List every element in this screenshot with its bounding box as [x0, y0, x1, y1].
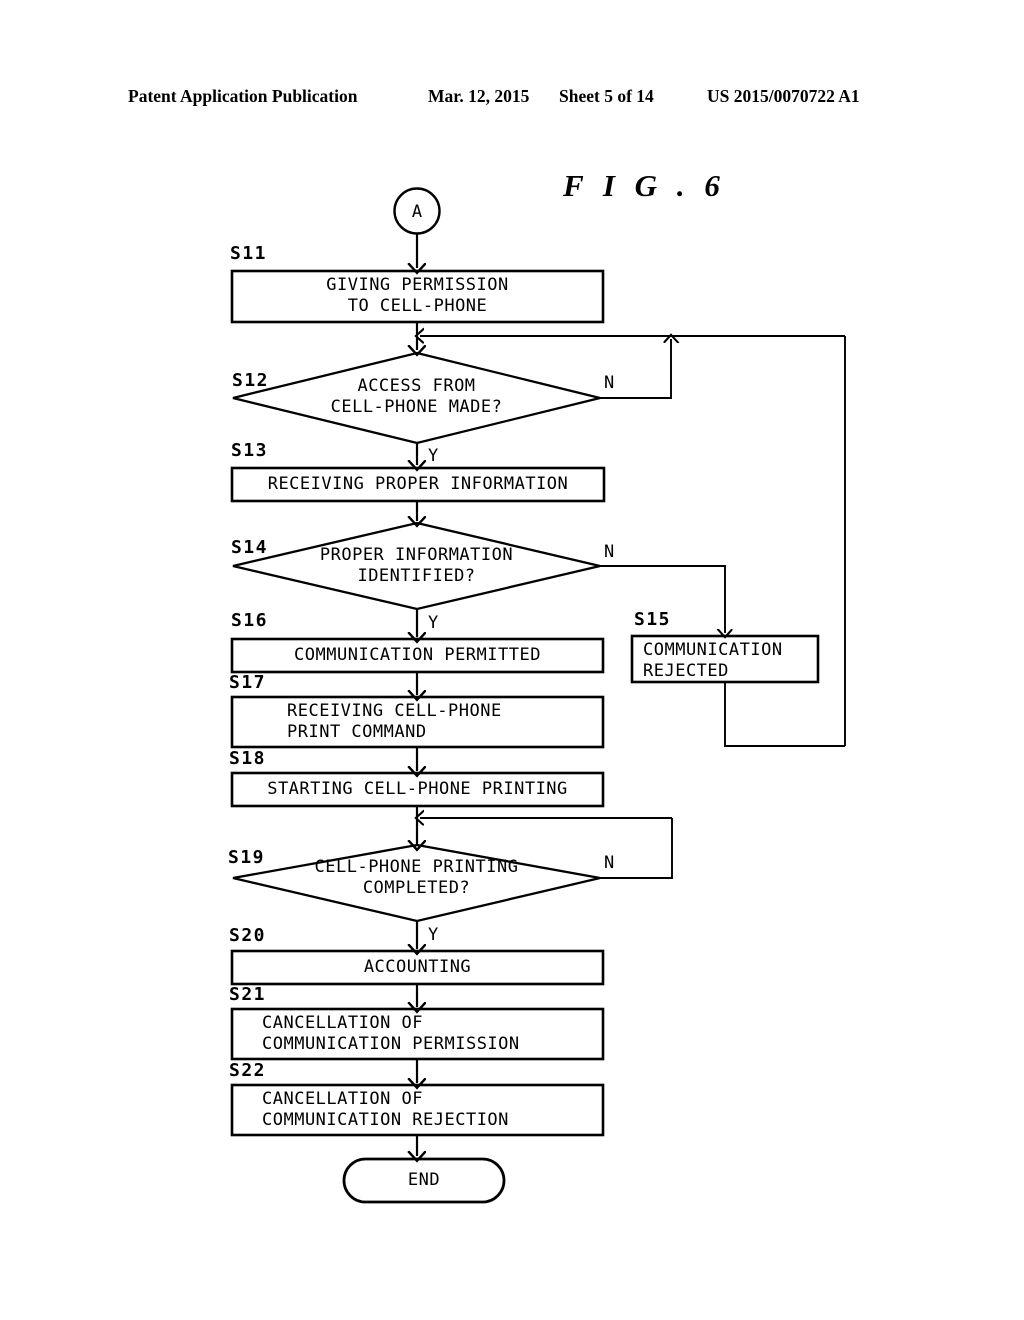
step-label-s21: S21	[229, 984, 267, 1005]
s14-yes-branch-label: Y	[428, 613, 439, 633]
s12-yes-branch-label: Y	[428, 446, 439, 466]
step-label-s16: S16	[231, 610, 269, 631]
s13-box	[230, 466, 606, 503]
end-terminal-shape	[342, 1157, 506, 1204]
s17-box	[230, 695, 605, 749]
s18-box	[230, 771, 605, 808]
step-label-s17: S17	[229, 672, 267, 693]
s21-box	[230, 1007, 605, 1061]
s20-box	[230, 949, 605, 986]
s16-box	[230, 637, 605, 674]
s11-box	[230, 269, 605, 324]
s14-diamond	[232, 521, 601, 611]
step-label-s22: S22	[229, 1060, 267, 1081]
step-label-s20: S20	[229, 925, 267, 946]
s19-diamond	[232, 843, 601, 923]
flowchart-diagram: A S11 S12 S13 S14 S15 S16 S17 S18 S19 S2…	[0, 0, 1024, 1320]
step-label-s18: S18	[229, 748, 267, 769]
s12-no-branch-label: N	[604, 373, 615, 393]
step-label-s15: S15	[634, 609, 672, 630]
flowchart-svg-canvas	[230, 187, 846, 1204]
step-label-s19: S19	[228, 847, 266, 868]
s22-box	[230, 1083, 605, 1137]
s19-yes-branch-label: Y	[428, 925, 439, 945]
edge-s15-to-return-trunk	[724, 682, 845, 747]
s14-no-branch-label: N	[604, 542, 615, 562]
step-label-s11: S11	[230, 243, 268, 264]
s12-diamond	[232, 351, 601, 445]
entry-connector-label: A	[411, 202, 423, 222]
step-label-s14: S14	[231, 537, 269, 558]
step-label-s13: S13	[231, 440, 269, 461]
s19-no-branch-label: N	[604, 853, 615, 873]
step-label-s12: S12	[232, 370, 270, 391]
s15-box	[630, 634, 820, 684]
